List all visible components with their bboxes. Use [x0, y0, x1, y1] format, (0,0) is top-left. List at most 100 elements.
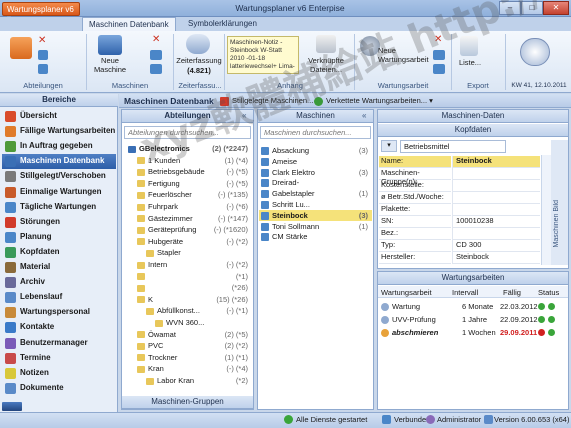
field-label: Plakette: — [379, 204, 451, 216]
tree-row[interactable]: Fertigung (-) (*5) — [124, 178, 252, 190]
nav-item[interactable]: Termine — [2, 351, 116, 366]
status-user: Administrator — [437, 415, 482, 424]
zeiterfassung-button[interactable]: Zeiterfassung — [175, 56, 223, 65]
column-wartungsarbeit[interactable]: Wartungsarbeit — [381, 288, 432, 297]
nav-item[interactable]: Wartungspersonal — [2, 305, 116, 320]
maschinen-gruppen-footer[interactable]: Maschinen-Gruppen — [122, 396, 253, 409]
nav-icon — [5, 277, 16, 289]
nav-item[interactable]: Material — [2, 260, 116, 275]
delete-machine-icon[interactable]: ✕ — [152, 34, 160, 45]
nav-item[interactable]: Benutzermanager — [2, 336, 116, 351]
kopf-dropdown-icon[interactable]: ▾ — [381, 140, 397, 152]
new-machine-button[interactable]: Neue Maschine — [88, 56, 132, 74]
tree-row[interactable]: Trockner (1) (*1) — [124, 352, 252, 364]
nav-item[interactable]: Planung — [2, 230, 116, 245]
field-label: Typ: — [379, 240, 451, 252]
tree-row[interactable]: Abfüllkonst... (-) (*1) — [124, 305, 252, 317]
field-value[interactable]: CD 300 — [452, 240, 540, 252]
column-faellig[interactable]: Fällig — [503, 288, 521, 297]
verkettete-wartungsarbeiten-label: Verkettete Wartungsarbeiten... ▾ — [326, 96, 433, 105]
work-row[interactable]: Wartung 6 Monate 22.03.2012 — [378, 301, 568, 313]
tab-maschinen-datenbank[interactable]: Maschinen Datenbank — [82, 17, 176, 31]
machine-row[interactable]: CM Stärke — [259, 231, 372, 243]
machine-row[interactable]: Absackung (3) — [259, 145, 372, 157]
machine-row[interactable]: Ameise — [259, 156, 372, 168]
open-work-icon[interactable] — [433, 64, 445, 74]
tree-row[interactable]: Öwamat (2) (*5) — [124, 329, 252, 341]
nav-item-label: Einmalige Wartungen — [20, 186, 102, 196]
machine-row[interactable]: Dreirad- — [259, 177, 372, 189]
tree-row[interactable]: Gästezimmer (-) (*147) — [124, 213, 252, 225]
edit-icon[interactable] — [38, 50, 48, 60]
field-value[interactable] — [452, 168, 540, 180]
calendar-icon[interactable] — [520, 38, 550, 66]
nav-item[interactable]: Störungen — [2, 215, 116, 230]
app-menu-button[interactable]: Wartungsplaner v6 ▾ — [2, 2, 80, 23]
field-value[interactable]: 100010238 — [452, 216, 540, 228]
tab-symbolerklaerungen[interactable]: Symbolerklärungen — [182, 17, 263, 31]
tree-row[interactable]: Betriebsgebäude (-) (*5) — [124, 166, 252, 178]
nav-item[interactable]: Übersicht — [2, 109, 116, 124]
machine-row[interactable]: Gabelstapler (1) — [259, 188, 372, 200]
tree-row[interactable]: K (15) (*26) — [124, 294, 252, 306]
field-value[interactable] — [452, 192, 540, 204]
field-value[interactable] — [452, 180, 540, 192]
copy-machine-icon[interactable] — [150, 50, 162, 60]
nav-item[interactable]: Einmalige Wartungen — [2, 185, 116, 200]
user-icon — [426, 415, 435, 424]
nav-item[interactable]: Kontakte — [2, 320, 116, 335]
nav-item[interactable]: Dokumente — [2, 381, 116, 396]
nav-icon — [5, 186, 16, 198]
nav-item[interactable]: Kopfdaten — [2, 245, 116, 260]
nav-item[interactable]: In Auftrag gegeben — [2, 139, 116, 154]
nav-item-label: Lebenslauf — [20, 292, 63, 302]
tree-row[interactable]: Feuerlöscher (-) (*135) — [124, 189, 252, 201]
tree-row-label: Kran — [148, 364, 164, 374]
tree-row[interactable]: Labor Kran (*2) — [124, 375, 252, 387]
status-icon — [538, 303, 545, 310]
tree-row[interactable]: WVN 360... — [124, 317, 252, 329]
tree-row[interactable]: Stapler — [124, 247, 252, 259]
tree-row[interactable]: (*26) — [124, 282, 252, 294]
tree-row[interactable]: (*1) — [124, 271, 252, 283]
nav-item[interactable]: Stillgelegt/Verschoben — [2, 169, 116, 184]
column-status[interactable]: Status — [538, 288, 559, 297]
tree-row[interactable]: Geräteprüfung (-) (*1620) — [124, 224, 252, 236]
machine-row-count: (3) — [358, 146, 368, 155]
tree-row[interactable]: Intern (-) (*2) — [124, 259, 252, 271]
nav-item[interactable]: Tägliche Wartungen — [2, 200, 116, 215]
add-department-icon[interactable] — [10, 37, 32, 59]
machine-row[interactable]: Toni Sollmann (1) — [259, 221, 372, 233]
delete-icon[interactable]: ✕ — [38, 36, 48, 46]
tree-row[interactable]: Fuhrpark (-) (*6) — [124, 201, 252, 213]
tree-row[interactable]: Hubgeräte (-) (*2) — [124, 236, 252, 248]
collapse-icon[interactable]: « — [362, 111, 366, 120]
vertical-scrollbar[interactable] — [541, 155, 551, 265]
work-row[interactable]: UVV-Prüfung 1 Jahre 22.09.2012 — [378, 314, 568, 326]
nav-item[interactable]: Fällige Wartungsarbeiten — [2, 124, 116, 139]
nav-item[interactable]: Archiv — [2, 275, 116, 290]
logo-icon — [2, 402, 22, 411]
nav-item[interactable]: Lebenslauf — [2, 290, 116, 305]
tree-row[interactable]: Kran (-) (*4) — [124, 363, 252, 375]
field-label: Name: — [379, 156, 451, 168]
work-row[interactable]: abschmieren 1 Wochen 29.09.2011 — [378, 327, 568, 339]
field-value[interactable] — [452, 204, 540, 216]
move-machine-icon[interactable] — [150, 64, 162, 74]
open-icon[interactable] — [38, 64, 48, 74]
field-value[interactable]: Steinbock — [452, 156, 540, 168]
machine-row[interactable]: Schritt Lu... — [259, 199, 372, 211]
listen-button[interactable]: Liste... — [452, 58, 488, 67]
field-value[interactable] — [452, 228, 540, 240]
folder-icon — [128, 145, 136, 153]
machine-row[interactable]: Clark Elektro (3) — [259, 167, 372, 179]
tree-row-count: (1) (*4) — [224, 155, 248, 165]
column-intervall[interactable]: Intervall — [452, 288, 478, 297]
nav-item[interactable]: Maschinen Datenbank — [2, 154, 116, 169]
field-value[interactable]: Steinbock — [452, 252, 540, 264]
machine-row[interactable]: Steinbock (3) — [259, 209, 372, 222]
maschinen-search-input[interactable] — [260, 126, 371, 139]
betriebsmittel-dropdown[interactable]: Betriebsmittel — [400, 140, 506, 153]
tree-row[interactable]: PVC (2) (*2) — [124, 340, 252, 352]
nav-item[interactable]: Notizen — [2, 366, 116, 381]
